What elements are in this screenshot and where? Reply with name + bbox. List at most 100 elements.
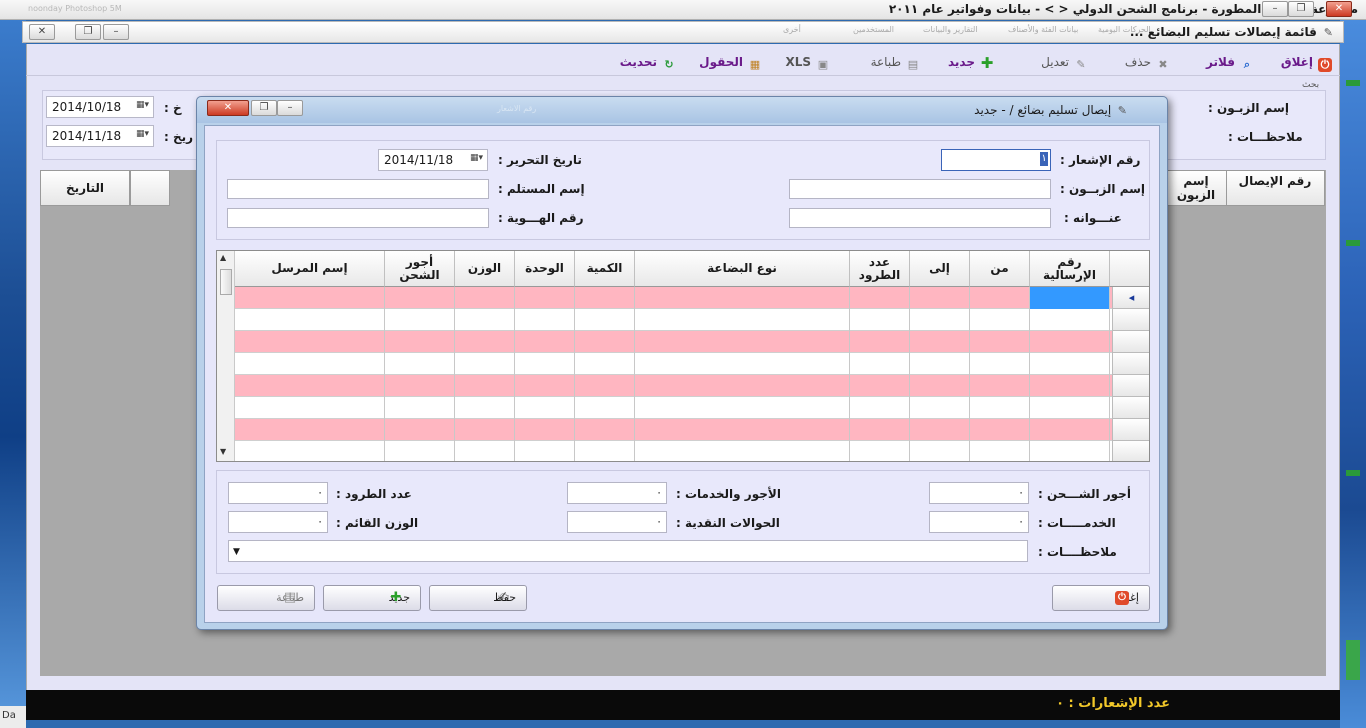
filters-button[interactable]: ⌕فلاتر [1206,55,1254,72]
grid-cell[interactable] [1030,287,1110,309]
search-date-from[interactable]: 2014/10/18 ▦▾ [46,96,154,118]
print-toolbar-button[interactable]: ▤طباعة [871,55,920,72]
grid-cell[interactable] [970,441,1030,461]
grid-cell[interactable] [850,309,910,331]
grid-cell[interactable] [850,397,910,419]
grid-row-selector[interactable] [1112,419,1149,441]
grid-row-selector[interactable] [1112,375,1149,397]
grid-cell[interactable] [970,397,1030,419]
grid-cell[interactable] [910,353,970,375]
grid-cell[interactable] [910,331,970,353]
services-input[interactable]: ٠ [929,511,1029,533]
grid-cell[interactable] [575,331,635,353]
grid-cell[interactable] [455,441,515,461]
grid-cell[interactable] [635,287,850,309]
grid-row-selector[interactable] [1112,309,1149,331]
grid-cell[interactable] [635,309,850,331]
scroll-thumb[interactable] [220,269,232,295]
list-restore-button[interactable]: ❐ [75,24,101,40]
grid-cell[interactable] [1030,353,1110,375]
grid-header-shipment-no[interactable]: رقم الإرسالية [1030,251,1110,287]
weight-input[interactable]: ٠ [228,511,328,533]
grid-cell[interactable] [455,375,515,397]
grid-header-to[interactable]: إلى [910,251,970,287]
grid-cell[interactable] [1030,441,1110,461]
customer-input[interactable] [789,179,1051,199]
dialog-restore-button[interactable]: ❐ [251,100,277,116]
grid-cell[interactable] [575,287,635,309]
grid-cell[interactable] [635,441,850,461]
new-toolbar-button[interactable]: ✚جديد [948,55,994,71]
dialog-print-button[interactable]: طباعة ▤ [217,585,315,611]
grid-cell[interactable] [910,419,970,441]
grid-cell[interactable] [515,309,575,331]
list-header-receipt-no[interactable]: رقم الإيصال [1225,170,1325,206]
grid-row[interactable] [235,419,1149,441]
grid-cell[interactable] [850,441,910,461]
grid-header-unit[interactable]: الوحدة [515,251,575,287]
grid-cell[interactable] [385,419,455,441]
grid-cell[interactable] [455,287,515,309]
fields-button[interactable]: ▦الحقول [699,55,762,72]
list-header-customer[interactable]: إسم الزبون [1165,170,1227,206]
grid-cell[interactable] [910,287,970,309]
delete-button[interactable]: ✖حذف [1125,55,1170,72]
grid-cell[interactable] [910,375,970,397]
grid-cell[interactable] [635,331,850,353]
grid-cell[interactable] [575,419,635,441]
dialog-close-action-button[interactable]: إغلاق⏻ [1052,585,1150,611]
grid-header-shipping-fees[interactable]: أجور الشحن [385,251,455,287]
grid-cell[interactable] [1030,375,1110,397]
grid-cell[interactable] [385,287,455,309]
grid-cell[interactable] [235,375,385,397]
grid-cell[interactable] [970,375,1030,397]
grid-header-weight[interactable]: الوزن [455,251,515,287]
grid-cell[interactable] [385,375,455,397]
grid-row[interactable] [235,309,1149,331]
scroll-up-icon[interactable]: ▲ [220,253,226,262]
notice-no-input[interactable]: ١ [941,149,1051,171]
faint-menu-item[interactable]: التقارير والبيانات [923,25,978,34]
grid-cell[interactable] [575,309,635,331]
grid-row-selector[interactable] [1112,331,1149,353]
grid-cell[interactable] [515,419,575,441]
grid-cell[interactable] [235,309,385,331]
grid-row[interactable] [235,375,1149,397]
refresh-button[interactable]: ↻تحديث [620,55,676,72]
grid-cell[interactable] [455,309,515,331]
dialog-close-button[interactable]: ✕ [207,100,249,116]
grid-header-sender[interactable]: إسم المرسل [235,251,385,287]
grid-cell[interactable] [635,419,850,441]
app-minimize-button[interactable]: – [1262,1,1288,17]
grid-cell[interactable] [235,331,385,353]
taskbar-item[interactable]: Da [0,706,26,728]
search-date-to[interactable]: 2014/11/18 ▦▾ [46,125,154,147]
grid-cell[interactable] [1030,331,1110,353]
grid-cell[interactable] [1030,419,1110,441]
shipping-fees-input[interactable]: ٠ [929,482,1029,504]
grid-cell[interactable] [385,397,455,419]
grid-cell[interactable] [635,353,850,375]
grid-cell[interactable] [970,331,1030,353]
grid-row[interactable] [235,331,1149,353]
grid-cell[interactable] [385,331,455,353]
grid-cell[interactable] [575,353,635,375]
list-close-button[interactable]: ✕ [29,24,55,40]
grid-row-selector[interactable] [1112,353,1149,375]
grid-cell[interactable] [1030,309,1110,331]
grid-cell[interactable] [635,375,850,397]
list-minimize-button[interactable]: – [103,24,129,40]
grid-cell[interactable] [515,331,575,353]
packages-input[interactable]: ٠ [228,482,328,504]
grid-cell[interactable] [575,397,635,419]
save-button[interactable]: حفظ ✍ [429,585,527,611]
grid-cell[interactable] [455,419,515,441]
grid-row-selector[interactable] [1112,397,1149,419]
grid-cell[interactable] [515,353,575,375]
grid-row[interactable] [235,353,1149,375]
grid-cell[interactable] [910,309,970,331]
grid-cell[interactable] [235,353,385,375]
grid-cell[interactable] [235,419,385,441]
grid-row[interactable] [235,441,1149,461]
grid-cell[interactable] [635,397,850,419]
